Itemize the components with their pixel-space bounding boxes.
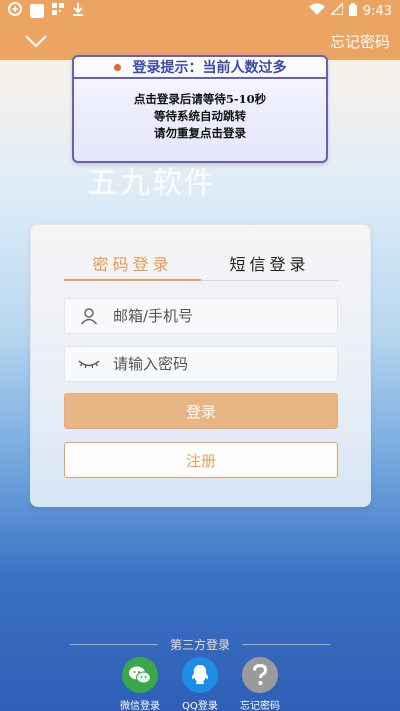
status-time: 9:43 <box>362 3 392 19</box>
square-notification-icon <box>30 4 44 18</box>
login-tabs: 密码登录 短信登录 <box>64 247 338 281</box>
battery-icon <box>348 2 357 20</box>
wifi-icon <box>308 3 325 19</box>
status-bar: 9:43 <box>0 0 400 22</box>
third-party-title: 第三方登录 <box>169 638 230 652</box>
notice-line: 点击登录后请等待5-10秒 <box>133 92 267 106</box>
forgot-password-link[interactable]: 忘记密码 <box>330 31 390 52</box>
brand-watermark: 五九软件 <box>88 166 216 201</box>
login-notice-panel: 登录提示：当前人数过多 点击登录后请等待5-10秒 等待系统自动跳转 请勿重复点… <box>72 55 328 163</box>
status-icons-right: 9:43 <box>308 1 392 20</box>
password-field <box>64 346 338 382</box>
notice-header: 登录提示：当前人数过多 <box>74 57 326 79</box>
login-button[interactable]: 登录 <box>64 393 338 429</box>
username-input[interactable] <box>113 307 337 325</box>
status-icons-left <box>8 2 84 20</box>
username-field <box>64 298 338 334</box>
forgot-password-shortcut-label: 忘记密码 <box>240 701 280 711</box>
third-party-header: 第三方登录 <box>0 636 400 653</box>
password-input[interactable] <box>113 355 337 373</box>
tab-password-login[interactable]: 密码登录 <box>64 247 201 281</box>
tab-sms-login[interactable]: 短信登录 <box>201 247 338 281</box>
question-icon[interactable] <box>242 657 278 693</box>
qq-icon[interactable] <box>182 657 218 693</box>
forgot-password-shortcut[interactable]: 忘记密码 <box>225 657 295 711</box>
user-icon <box>65 307 113 325</box>
notice-dot <box>113 63 121 71</box>
download-icon <box>72 2 84 20</box>
divider-line <box>69 644 158 645</box>
divider-line <box>242 644 330 645</box>
signal-icon <box>328 1 344 19</box>
register-button[interactable]: 注册 <box>64 442 338 478</box>
login-card: 密码登录 短信登录 登录 注册 <box>30 224 371 507</box>
notice-lines: 点击登录后请等待5-10秒 等待系统自动跳转 请勿重复点击登录 <box>74 91 326 142</box>
notice-line: 等待系统自动跳转 <box>154 109 246 123</box>
chevron-down-icon[interactable] <box>24 34 48 48</box>
wechat-icon[interactable] <box>122 657 158 693</box>
grid-notification-icon <box>52 3 64 19</box>
third-party-buttons: 微信登录 QQ登录 忘记密码 <box>0 657 400 711</box>
notice-line: 请勿重复点击登录 <box>154 126 246 140</box>
eye-closed-icon[interactable] <box>65 358 113 370</box>
app-notification-icon <box>8 2 22 20</box>
notice-title: 登录提示：当前人数过多 <box>132 60 287 76</box>
